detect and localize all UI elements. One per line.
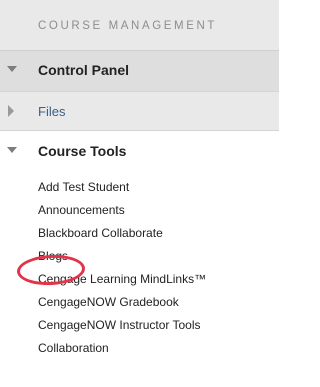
course-tool-blackboard-collaborate-link[interactable]: Blackboard Collaborate bbox=[38, 222, 163, 244]
files-label: Files bbox=[38, 104, 66, 119]
course-tool-cengagenow-gradebook-link[interactable]: CengageNOW Gradebook bbox=[38, 291, 179, 313]
course-tool-collaboration-link[interactable]: Collaboration bbox=[38, 337, 109, 359]
course-tool-blogs-link[interactable]: Blogs bbox=[38, 245, 68, 267]
triangle-down-icon bbox=[7, 147, 17, 153]
course-tools-label: Course Tools bbox=[38, 143, 127, 159]
triangle-right-icon bbox=[8, 105, 14, 117]
triangle-down-icon bbox=[7, 66, 17, 72]
course-tool-add-test-student-link[interactable]: Add Test Student bbox=[38, 176, 129, 198]
course-management-title: COURSE MANAGEMENT bbox=[38, 20, 218, 32]
course-tools-toggle[interactable]: Course Tools bbox=[0, 131, 279, 171]
control-panel-toggle[interactable]: Control Panel bbox=[0, 50, 279, 91]
course-tool-cengage-mindlinks-link[interactable]: Cengage Learning MindLinks™ bbox=[38, 268, 206, 290]
course-management-panel: COURSE MANAGEMENT Control Panel Files Co… bbox=[0, 0, 279, 387]
course-management-header: COURSE MANAGEMENT bbox=[0, 0, 279, 50]
files-toggle[interactable]: Files bbox=[0, 91, 279, 131]
course-tool-announcements-link[interactable]: Announcements bbox=[38, 199, 125, 221]
course-tool-cengagenow-instructor-tools-link[interactable]: CengageNOW Instructor Tools bbox=[38, 314, 201, 336]
control-panel-label: Control Panel bbox=[38, 62, 130, 78]
